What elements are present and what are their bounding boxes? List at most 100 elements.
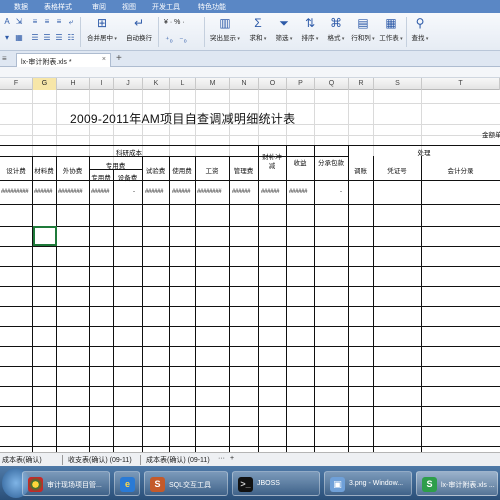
column-header[interactable]: P: [287, 78, 315, 90]
fill-color-icon[interactable]: ▾: [2, 33, 12, 42]
worksheet-button[interactable]: ▦ 工作表 ▾: [378, 16, 404, 42]
number-format-selector[interactable]: ¥ · % ·: [164, 19, 185, 26]
cell-test[interactable]: ######: [145, 189, 164, 195]
cell-wage[interactable]: ########: [197, 189, 222, 195]
align-top-icon[interactable]: ≡: [30, 17, 40, 26]
menu-tab-developer[interactable]: 开发工具: [152, 2, 180, 12]
taskbar-item-sql[interactable]: S SQL交互工具: [144, 471, 228, 496]
text-direction-icon[interactable]: ⇲: [14, 17, 24, 26]
column-header[interactable]: H: [57, 78, 90, 90]
column-header[interactable]: R: [349, 78, 374, 90]
subheader-special-fee: 专用费: [105, 163, 126, 170]
row-column-button[interactable]: ▤ 行和列 ▾: [350, 16, 376, 42]
image-icon: ▣: [330, 477, 345, 492]
format-button[interactable]: ⌘ 格式 ▾: [324, 16, 348, 42]
ribbon-separator: [80, 17, 81, 47]
find-label: 查找: [411, 35, 425, 42]
align-middle-icon[interactable]: ≡: [42, 17, 52, 26]
column-header[interactable]: I: [90, 78, 114, 90]
hamburger-menu-icon[interactable]: ≡: [2, 54, 7, 63]
column-header[interactable]: J: [114, 78, 143, 90]
cell-income[interactable]: ######: [289, 189, 308, 195]
column-header[interactable]: Q: [315, 78, 349, 90]
format-label: 格式: [327, 35, 341, 42]
menu-tab-data[interactable]: 数据: [14, 2, 28, 12]
taskbar-item-spreadsheet[interactable]: S lx-审计附表.xls ...: [416, 471, 498, 496]
sheet-tab[interactable]: 成本表(确认): [2, 455, 42, 465]
menu-tab-view[interactable]: 视图: [122, 2, 136, 12]
border-icon[interactable]: ▦: [14, 33, 24, 42]
highlight-label: 突出显示: [210, 35, 237, 42]
distribute-icon[interactable]: ☷: [66, 33, 76, 42]
column-header[interactable]: N: [230, 78, 259, 90]
ribbon-separator: [158, 17, 159, 47]
highlight-button[interactable]: ▥ 突出显示 ▾: [208, 16, 242, 42]
column-header-selected[interactable]: G: [33, 78, 57, 90]
align-left-icon[interactable]: ☰: [30, 33, 40, 42]
align-bottom-icon[interactable]: ≡: [54, 17, 64, 26]
header-subsidy: 财补冲减: [262, 154, 282, 170]
header-wage: 工资: [205, 168, 219, 175]
unit-label: 金额单: [482, 132, 500, 139]
wrap-text-label: 自动换行: [126, 35, 152, 42]
menu-tab-features[interactable]: 特色功能: [198, 2, 226, 12]
cell-outsource[interactable]: ########: [58, 189, 83, 195]
column-header-row: F G H I J K L M N O P Q R S T: [0, 78, 500, 90]
cell-equipment[interactable]: -: [133, 189, 135, 195]
sigma-icon: Σ: [254, 16, 262, 30]
taskbar-label: SQL交互工具: [169, 482, 212, 489]
formula-bar-strip: [0, 67, 500, 78]
header-outsource: 外协费: [62, 168, 83, 175]
header-adjust: 调账: [354, 168, 367, 175]
header-test: 试验费: [145, 168, 166, 175]
worksheet-label: 工作表: [379, 35, 399, 42]
taskbar-label: 3.png - Window...: [349, 480, 404, 487]
filter-button[interactable]: ⏷ 筛选 ▾: [272, 16, 296, 42]
sort-button[interactable]: ⇅ 排序 ▾: [298, 16, 322, 42]
wrap-text-icon: ↵: [133, 16, 145, 30]
column-header[interactable]: L: [170, 78, 196, 90]
taskbar-item-image[interactable]: ▣ 3.png - Window...: [324, 471, 412, 496]
column-header[interactable]: M: [196, 78, 230, 90]
header-income: 收益: [293, 160, 307, 167]
close-tab-icon[interactable]: ×: [102, 56, 106, 63]
more-sheets-icon[interactable]: ···: [218, 455, 225, 462]
menu-tab-table-style[interactable]: 表格样式: [44, 2, 72, 12]
sheet-tab[interactable]: 收支表(确认) (09-11): [68, 455, 132, 465]
decimal-increase-icon[interactable]: ⁺₀: [164, 35, 174, 44]
column-header[interactable]: T: [422, 78, 500, 90]
sum-button[interactable]: Σ 求和 ▾: [246, 16, 270, 42]
cell-usage[interactable]: ######: [172, 189, 191, 195]
taskbar-item-jboss[interactable]: >_ JBOSS: [232, 471, 320, 496]
document-tab[interactable]: lx-审计附表.xls * ×: [16, 53, 111, 67]
cell-subsidy[interactable]: ######: [261, 189, 280, 195]
add-sheet-button[interactable]: +: [230, 455, 234, 462]
windows-taskbar: 审计现场项目管... e S SQL交互工具 >_ JBOSS ▣ 3.png …: [0, 466, 500, 500]
merge-center-button[interactable]: ⊞ 合并居中 ▾: [84, 16, 120, 42]
cell-subcontract[interactable]: -: [340, 189, 342, 195]
column-header[interactable]: K: [143, 78, 170, 90]
find-button[interactable]: ⚲ 查找 ▾: [408, 16, 432, 42]
wrap-text-button[interactable]: ↵ 自动换行: [122, 16, 156, 42]
cell-design[interactable]: #########: [1, 189, 29, 195]
align-right-icon[interactable]: ☰: [54, 33, 64, 42]
menu-tab-review[interactable]: 审阅: [92, 2, 106, 12]
align-center-icon[interactable]: ☰: [42, 33, 52, 42]
column-header[interactable]: S: [374, 78, 422, 90]
active-cell-selection[interactable]: [33, 226, 57, 246]
column-header[interactable]: F: [0, 78, 33, 90]
wrap-text-small-icon[interactable]: ⤶: [66, 17, 76, 26]
font-color-icon[interactable]: A: [2, 17, 12, 26]
ie-icon: e: [120, 477, 135, 492]
taskbar-item-chrome[interactable]: 审计现场项目管...: [22, 471, 110, 496]
sheet-tab[interactable]: 成本表(确认) (09-11): [146, 455, 210, 465]
cell-special-fee[interactable]: ######: [91, 189, 110, 195]
taskbar-item-ie[interactable]: e: [114, 471, 140, 496]
spreadsheet-grid[interactable]: 2009-2011年AM项目自查调减明细统计表 金额单 科研成本 处理 专用费 …: [0, 90, 500, 452]
cell-material[interactable]: ######: [34, 189, 53, 195]
decimal-decrease-icon[interactable]: ⁻₀: [178, 35, 188, 44]
new-tab-button[interactable]: +: [116, 53, 122, 64]
menu-bar: 数据 表格样式 审阅 视图 开发工具 特色功能: [0, 0, 500, 13]
column-header[interactable]: O: [259, 78, 287, 90]
cell-management[interactable]: ######: [232, 189, 251, 195]
